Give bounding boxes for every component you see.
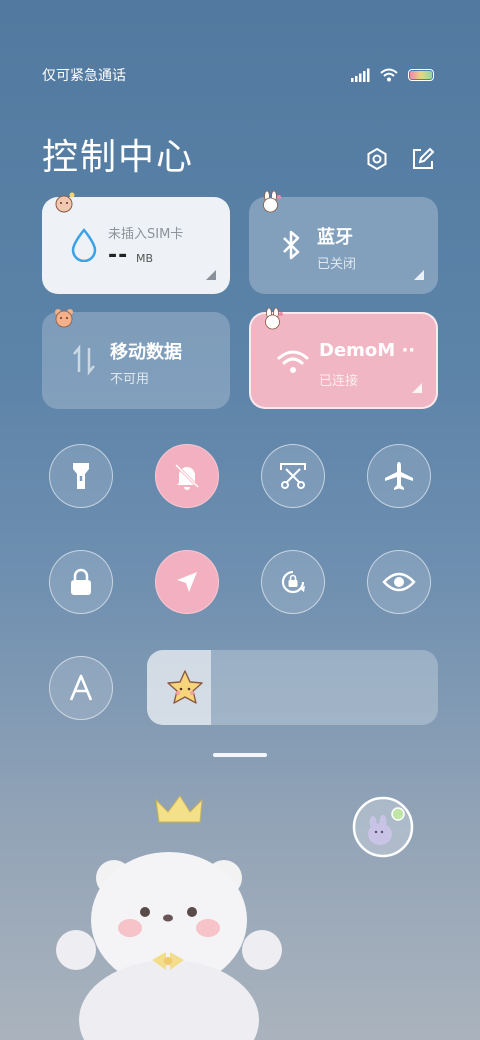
- data-usage-tile[interactable]: 未插入SIM卡 -- MB: [42, 192, 230, 294]
- bluetooth-tile[interactable]: 蓝牙 已关闭: [249, 191, 438, 294]
- signal-icon: [351, 68, 370, 82]
- bear-wallpaper-illustration: [56, 795, 282, 1040]
- data-usage-value: --: [108, 243, 129, 268]
- bear-sticker-icon: [55, 309, 73, 328]
- cat-sticker-icon: [55, 192, 75, 213]
- edit-icon[interactable]: [410, 146, 436, 172]
- eye-comfort-toggle[interactable]: [367, 550, 431, 614]
- wifi-status: 已连接: [319, 374, 359, 389]
- data-usage-unit: MB: [136, 252, 154, 265]
- eye-icon: [382, 572, 416, 592]
- bluetooth-label: 蓝牙: [317, 227, 353, 248]
- wifi-network-label: DemoM ··: [319, 340, 416, 361]
- expand-corner-icon: [412, 383, 422, 393]
- bluetooth-icon: [271, 225, 311, 265]
- brightness-slider[interactable]: [147, 650, 438, 725]
- sim-status-label: 未插入SIM卡: [108, 227, 184, 242]
- airplane-toggle[interactable]: [367, 444, 431, 508]
- auto-rotate-toggle[interactable]: [261, 550, 325, 614]
- location-toggle[interactable]: [155, 550, 219, 614]
- data-arrows-icon: [64, 340, 104, 380]
- flashlight-toggle[interactable]: [49, 444, 113, 508]
- lock-toggle[interactable]: [49, 550, 113, 614]
- bell-off-icon: [174, 463, 200, 490]
- scissors-icon: [280, 463, 306, 489]
- carrier-text: 仅可紧急通话: [42, 68, 126, 84]
- location-arrow-icon: [177, 572, 197, 592]
- mobile-data-status: 不可用: [110, 372, 150, 387]
- mute-toggle[interactable]: [155, 444, 219, 508]
- rotate-lock-icon: [281, 570, 305, 594]
- header-actions: [364, 146, 436, 172]
- battery-fill: [410, 71, 432, 79]
- bunny-sticker-icon: [265, 308, 283, 330]
- page-title: 控制中心: [42, 137, 195, 178]
- status-bar: 仅可紧急通话: [42, 64, 434, 86]
- wifi-icon: [273, 342, 313, 382]
- water-drop-icon: [64, 225, 104, 265]
- expand-corner-icon: [414, 270, 424, 280]
- battery-icon: [408, 69, 434, 81]
- settings-icon[interactable]: [364, 146, 390, 172]
- status-icons: [350, 68, 434, 82]
- airplane-icon: [385, 462, 413, 490]
- star-sticker-icon: [167, 670, 203, 704]
- screenshot-toggle[interactable]: [261, 444, 325, 508]
- mobile-data-label: 移动数据: [110, 342, 182, 363]
- drawer-handle[interactable]: [213, 753, 267, 757]
- bunny-sticker-icon: [263, 191, 281, 213]
- flashlight-icon: [73, 463, 89, 489]
- lock-icon: [71, 568, 91, 595]
- bubble-sticker-icon[interactable]: [350, 796, 416, 858]
- wifi-tile[interactable]: DemoM ·· 已连接: [249, 308, 438, 409]
- bluetooth-status: 已关闭: [317, 257, 357, 272]
- mobile-data-tile[interactable]: 移动数据 不可用: [42, 309, 230, 409]
- wifi-icon: [380, 68, 398, 82]
- font-size-toggle[interactable]: [49, 656, 113, 720]
- expand-corner-icon: [206, 270, 216, 280]
- letter-a-icon: [69, 674, 93, 701]
